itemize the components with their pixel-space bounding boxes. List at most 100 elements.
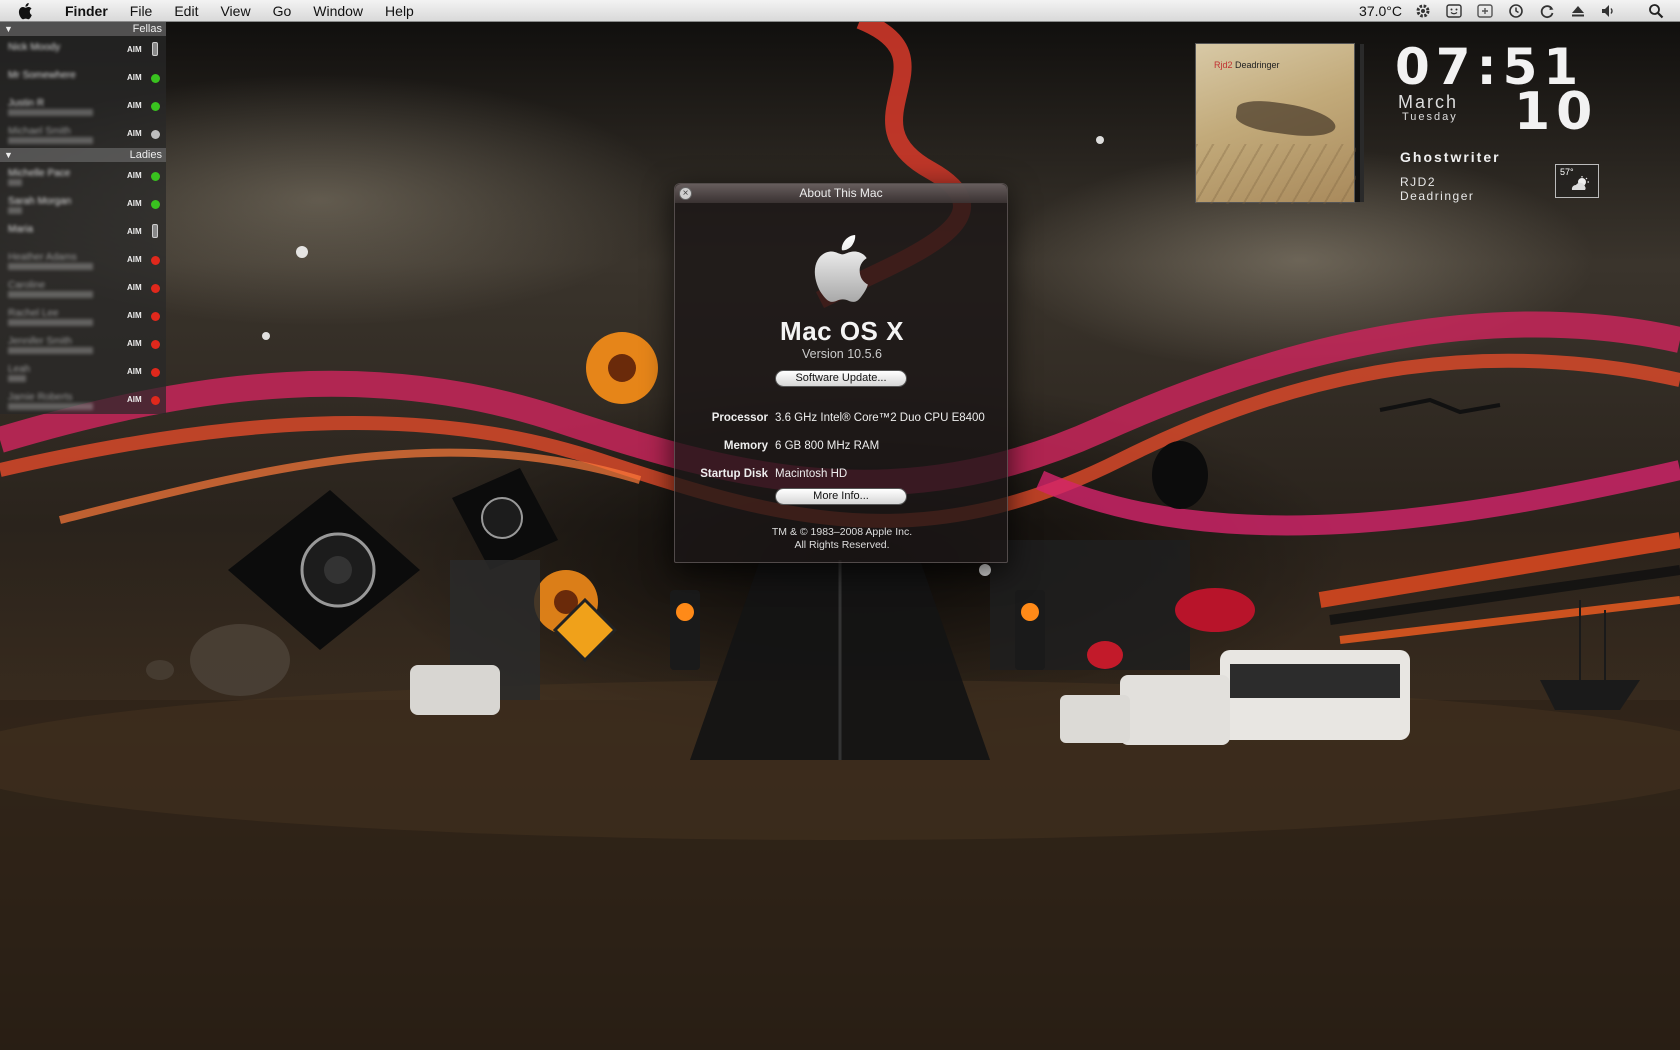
plus-box-icon[interactable] [1475, 3, 1495, 19]
buddy-status-message [8, 179, 22, 186]
disclosure-triangle-icon[interactable]: ▼ [4, 148, 13, 162]
menu-file[interactable]: File [119, 0, 164, 22]
buddy-status-message [8, 109, 93, 116]
buddy-row[interactable]: Maria AIM [0, 218, 166, 246]
menu-extras: 37.0°C [1359, 0, 1666, 22]
buddy-status-message [8, 137, 93, 144]
buddy-row[interactable]: Nick Moody AIM [0, 36, 166, 64]
buddy-name: Nick Moody [8, 42, 61, 52]
group-header-ladies[interactable]: ▼ Ladies [0, 148, 166, 162]
buddy-name: Leah [8, 364, 31, 374]
service-label: AIM [127, 311, 142, 320]
partly-cloudy-icon [1568, 175, 1592, 198]
now-playing-artist: RJD2 [1400, 175, 1437, 189]
memory-value: 6 GB 800 MHz RAM [775, 440, 880, 452]
copyright: TM & © 1983–2008 Apple Inc. All Rights R… [675, 526, 1009, 552]
window-titlebar[interactable]: × About This Mac [675, 184, 1007, 203]
copyright-line: TM & © 1983–2008 Apple Inc. [771, 526, 913, 538]
buddy-row[interactable]: Rachel Lee AIM [0, 302, 166, 330]
album-art-figure [1234, 97, 1338, 141]
buddy-row[interactable]: Michael Smith AIM [0, 120, 166, 148]
buddy-row[interactable]: Michelle Pace AIM [0, 162, 166, 190]
service-label: AIM [127, 283, 142, 292]
service-label: AIM [127, 395, 142, 404]
service-label: AIM [127, 255, 142, 264]
about-this-mac-window: × About This Mac Mac OS X Version 10.5.6… [674, 183, 1008, 563]
group-name: Ladies [129, 149, 162, 161]
clock-month: March [1398, 92, 1459, 112]
album-artwork[interactable]: Rjd2 Deadringer [1195, 43, 1356, 204]
buddy-status-message [8, 207, 22, 214]
group-header-fellas[interactable]: ▼ Fellas [0, 22, 166, 36]
service-label: AIM [127, 227, 142, 236]
disclosure-triangle-icon[interactable]: ▼ [4, 22, 13, 36]
buddy-name: Jennifer Smith [8, 336, 72, 346]
weather-widget[interactable]: 57° [1555, 164, 1599, 198]
buddy-status-message [8, 403, 93, 410]
buddy-name: Justin R [8, 98, 45, 108]
spotlight-icon[interactable] [1646, 3, 1666, 19]
mobile-status-icon [152, 42, 158, 56]
eject-icon[interactable] [1568, 3, 1588, 19]
service-label: AIM [127, 73, 142, 82]
now-playing-song: Ghostwriter [1400, 149, 1501, 165]
service-label: AIM [127, 171, 142, 180]
buddy-name: Jamie Roberts [8, 392, 73, 402]
buddy-row[interactable]: Jennifer Smith AIM [0, 330, 166, 358]
menu-view[interactable]: View [209, 0, 261, 22]
menu-app-finder[interactable]: Finder [54, 0, 119, 22]
more-info-button[interactable]: More Info... [775, 488, 907, 505]
window-title: About This Mac [799, 186, 883, 200]
service-label: AIM [127, 199, 142, 208]
os-name: Mac OS X [780, 316, 904, 346]
buddy-name: Heather Adams [8, 252, 77, 262]
close-icon[interactable]: × [679, 187, 692, 200]
buddy-row[interactable]: Leah AIM [0, 358, 166, 386]
menu-window[interactable]: Window [302, 0, 374, 22]
service-label: AIM [127, 101, 142, 110]
service-label: AIM [127, 339, 142, 348]
startup-disk-value: Macintosh HD [775, 468, 848, 480]
os-version: Version 10.5.6 [802, 347, 882, 361]
away-status-icon [151, 284, 160, 293]
menu-help[interactable]: Help [374, 0, 425, 22]
available-status-icon [151, 172, 160, 181]
buddy-row[interactable]: Caroline AIM [0, 274, 166, 302]
album-art-title: Deadringer [1235, 60, 1280, 70]
clock-day: 10 [1514, 82, 1599, 142]
away-status-icon [151, 368, 160, 377]
buddy-row[interactable]: Mr Somewhere AIM [0, 64, 166, 92]
mobile-status-icon [152, 224, 158, 238]
startup-disk-label: Startup Disk [700, 468, 768, 480]
buddy-row[interactable]: Jamie Roberts AIM [0, 386, 166, 414]
clock-weekday: Tuesday [1402, 111, 1458, 123]
buddy-row[interactable]: Justin R AIM [0, 92, 166, 120]
menu-bar: Finder File Edit View Go Window Help 37.… [0, 0, 1680, 22]
buddy-status-message [8, 291, 93, 298]
buddy-row[interactable]: Heather Adams AIM [0, 246, 166, 274]
sync-icon[interactable] [1537, 3, 1557, 19]
volume-icon[interactable] [1599, 3, 1619, 19]
away-status-icon [151, 396, 160, 405]
now-playing-album: Deadringer [1400, 189, 1475, 203]
software-update-button[interactable]: Software Update... [775, 370, 907, 387]
menu-edit[interactable]: Edit [163, 0, 209, 22]
smiley-icon[interactable] [1444, 3, 1464, 19]
buddy-name: Michelle Pace [8, 168, 71, 178]
gear-icon[interactable] [1413, 3, 1433, 19]
buddy-status-message [8, 319, 93, 326]
buddy-status-message [8, 263, 93, 270]
apple-menu-icon[interactable] [18, 2, 40, 20]
away-status-icon [151, 312, 160, 321]
album-art-ground [1196, 144, 1356, 204]
apple-logo-icon [811, 229, 877, 307]
menu-go[interactable]: Go [262, 0, 303, 22]
buddy-status-message [8, 375, 26, 382]
service-label: AIM [127, 129, 142, 138]
service-label: AIM [127, 45, 142, 54]
time-machine-icon[interactable] [1506, 3, 1526, 19]
available-status-icon [151, 102, 160, 111]
buddy-row[interactable]: Sarah Morgan AIM [0, 190, 166, 218]
temperature-readout[interactable]: 37.0°C [1359, 3, 1402, 19]
memory-label: Memory [723, 440, 768, 452]
